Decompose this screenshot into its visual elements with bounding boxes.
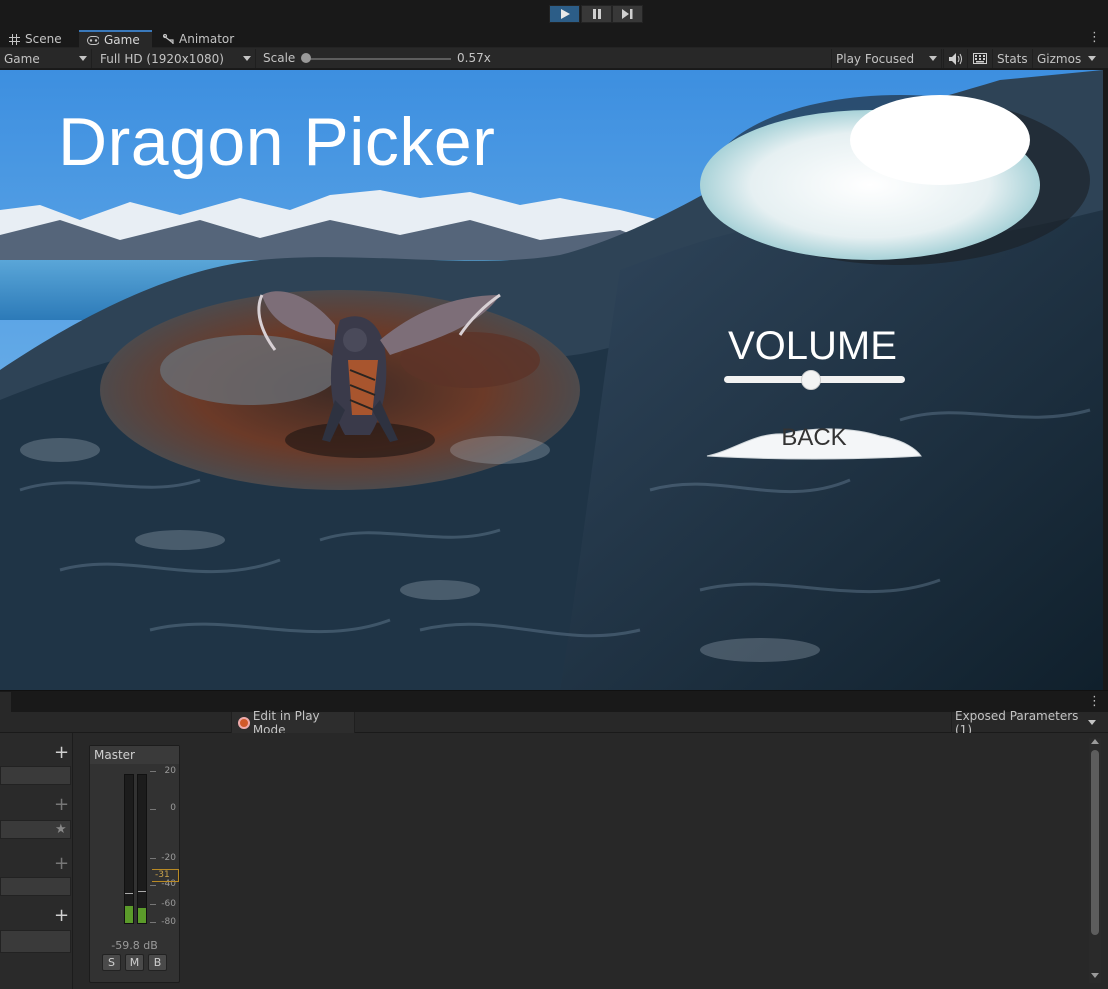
scale-slider-track[interactable] [306, 58, 451, 60]
pause-icon [592, 9, 601, 19]
keyboard-shortcuts-button[interactable] [967, 49, 991, 68]
bypass-button[interactable]: B [148, 954, 167, 971]
play-toolbar [0, 0, 1108, 28]
tab-animator[interactable]: Animator [154, 30, 244, 48]
tab-game[interactable]: Game [79, 30, 152, 48]
mixer-sidebar: + + ★ + + [0, 733, 73, 989]
add-view-icon[interactable]: + [54, 907, 69, 925]
meter-peak-right [138, 891, 146, 892]
step-icon [622, 9, 633, 19]
display-dropdown[interactable]: Game [0, 49, 92, 68]
mixers-list-slot[interactable] [0, 766, 71, 785]
gizmos-dropdown[interactable] [1083, 49, 1101, 68]
scale-tick: -60 [161, 899, 176, 909]
tab-game-label: Game [104, 33, 140, 47]
game-toolbar: Game Full HD (1920x1080) Scale 0.57x Pla… [0, 48, 1108, 69]
stats-label: Stats [997, 51, 1028, 66]
master-channel-strip: Master 20 0 -20 -40 -60 -80 -31 -59.8 dB… [89, 745, 180, 983]
solo-button[interactable]: S [102, 954, 121, 971]
attenuation-marker-value: -31 [155, 870, 170, 880]
add-group-icon[interactable]: + [54, 855, 69, 873]
animator-icon [162, 33, 174, 45]
game-view-edge [1103, 70, 1108, 690]
speaker-icon [948, 52, 962, 65]
keyboard-icon [972, 53, 987, 64]
scroll-up-icon[interactable] [1091, 739, 1099, 744]
scale-tick: -20 [161, 853, 176, 863]
views-list-slot[interactable] [0, 930, 71, 953]
star-icon: ★ [55, 822, 67, 837]
volume-label: VOLUME [728, 324, 897, 368]
more-options-icon[interactable]: ⋮ [1088, 695, 1101, 708]
pause-button[interactable] [581, 5, 612, 23]
edit-in-play-mode-toggle[interactable]: Edit in Play Mode [231, 709, 355, 737]
gizmos-label: Gizmos [1037, 51, 1082, 66]
gizmos-button[interactable]: Gizmos [1032, 49, 1085, 68]
chevron-down-icon [1088, 56, 1096, 61]
mute-audio-button[interactable] [943, 49, 967, 68]
groups-list-slot[interactable] [0, 877, 71, 896]
meter-fill-right [138, 908, 146, 923]
attenuation-slider-marker[interactable]: -31 [152, 869, 179, 882]
grid-icon [8, 33, 20, 45]
mute-button[interactable]: M [125, 954, 144, 971]
stats-button[interactable]: Stats [992, 49, 1032, 68]
back-button-label: BACK [781, 424, 847, 451]
master-title: Master [94, 748, 135, 762]
scale-tick: 20 [164, 766, 176, 776]
chevron-down-icon [929, 56, 937, 61]
tab-scene-label: Scene [25, 32, 62, 46]
mixer-scrollbar-thumb[interactable] [1091, 750, 1099, 935]
scale-value: 0.57x [457, 51, 491, 65]
level-meter-left [124, 774, 134, 924]
play-button[interactable] [549, 5, 580, 23]
audio-mixer-tab[interactable] [0, 692, 11, 712]
scroll-down-icon[interactable] [1091, 973, 1099, 978]
master-level-readout: -59.8 dB [111, 939, 158, 952]
step-button[interactable] [612, 5, 643, 23]
scale-tick: 0 [170, 803, 176, 813]
display-dropdown-label: Game [4, 51, 40, 66]
meter-fill-left [125, 906, 133, 923]
game-title: Dragon Picker [58, 104, 496, 180]
more-options-icon[interactable]: ⋮ [1088, 31, 1101, 44]
scale-label: Scale [263, 51, 296, 65]
view-tab-bar: Scene Game Animator ⋮ [0, 28, 1108, 48]
chevron-down-icon [243, 56, 251, 61]
bottom-panel-header: ⋮ [0, 690, 1108, 712]
play-mode-dropdown[interactable]: Play Focused [831, 49, 942, 68]
play-icon [560, 9, 570, 19]
add-snapshot-icon[interactable]: + [54, 796, 69, 814]
resolution-dropdown-label: Full HD (1920x1080) [100, 51, 224, 66]
play-mode-label: Play Focused [836, 51, 915, 66]
volume-slider-thumb[interactable] [800, 370, 821, 390]
audio-mixer-toolbar: Edit in Play Mode Exposed Parameters (1) [0, 709, 1108, 737]
back-button[interactable]: BACK [705, 422, 923, 460]
chevron-down-icon [79, 56, 87, 61]
scale-tick: -80 [161, 917, 176, 927]
scale-slider-thumb[interactable] [301, 53, 311, 63]
game-viewport[interactable]: Dragon Picker VOLUME BACK [0, 70, 1103, 690]
meter-peak-left [125, 893, 133, 894]
add-mixer-icon[interactable]: + [54, 744, 69, 762]
record-icon [238, 716, 250, 729]
tab-animator-label: Animator [179, 32, 235, 46]
exposed-parameters-dropdown[interactable]: Exposed Parameters (1) [951, 709, 1099, 737]
gamepad-icon [87, 34, 99, 46]
chevron-down-icon [1088, 720, 1096, 725]
level-meter-right [137, 774, 147, 924]
tab-scene[interactable]: Scene [0, 30, 78, 48]
resolution-dropdown[interactable]: Full HD (1920x1080) [96, 49, 256, 68]
